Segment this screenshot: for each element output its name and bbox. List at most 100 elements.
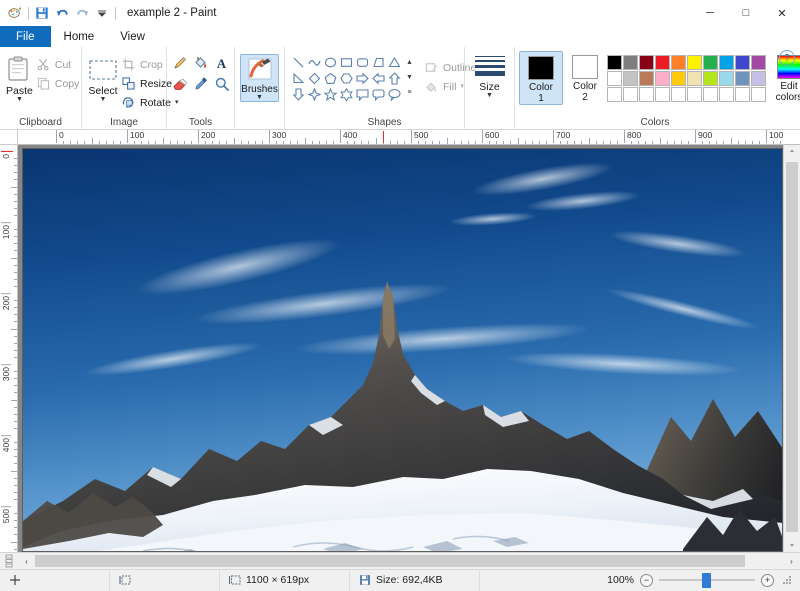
- shape-right-arrow[interactable]: [355, 71, 370, 86]
- paint-app-icon[interactable]: [5, 3, 25, 23]
- fill-tool-button[interactable]: [191, 54, 211, 74]
- tab-home[interactable]: Home: [50, 26, 108, 47]
- shape-left-arrow[interactable]: [371, 71, 386, 86]
- shape-polygon[interactable]: [371, 55, 386, 70]
- horizontal-scroll-thumb[interactable]: [35, 555, 745, 567]
- scroll-left-button[interactable]: ‹: [18, 553, 35, 570]
- shapes-scroll-down-button[interactable]: ▼: [404, 70, 415, 84]
- shape-rounded-rectangle[interactable]: [355, 55, 370, 70]
- shape-diamond[interactable]: [307, 71, 322, 86]
- palette-swatch-r1-c6[interactable]: [687, 55, 702, 70]
- horizontal-ruler[interactable]: 01002003004005006007008009001000: [18, 130, 783, 145]
- palette-swatch-r2-c1[interactable]: [607, 71, 622, 86]
- palette-swatch-r1-c2[interactable]: [623, 55, 638, 70]
- palette-swatch-r3-c10[interactable]: [751, 87, 766, 102]
- palette-swatch-r3-c7[interactable]: [703, 87, 718, 102]
- paste-caret[interactable]: ▼: [16, 96, 23, 103]
- palette-swatch-r2-c9[interactable]: [735, 71, 750, 86]
- shape-up-arrow[interactable]: [387, 71, 402, 86]
- shapes-expand-button[interactable]: ≡: [404, 85, 415, 99]
- palette-swatch-r3-c3[interactable]: [639, 87, 654, 102]
- fill-caret[interactable]: ▾: [460, 83, 464, 90]
- minimize-button[interactable]: ─: [692, 0, 728, 26]
- palette-swatch-r2-c6[interactable]: [687, 71, 702, 86]
- brushes-caret[interactable]: ▼: [256, 94, 263, 101]
- image-canvas[interactable]: [22, 148, 783, 552]
- shape-triangle[interactable]: [387, 55, 402, 70]
- shape-rectangular-callout[interactable]: [355, 87, 370, 102]
- help-icon[interactable]: ?: [779, 50, 795, 66]
- palette-swatch-r2-c2[interactable]: [623, 71, 638, 86]
- brushes-button[interactable]: Brushes ▼: [240, 54, 279, 102]
- shape-five-point-star[interactable]: [323, 87, 338, 102]
- copy-button[interactable]: Copy: [33, 74, 83, 93]
- color1-button[interactable]: Color 1: [519, 51, 563, 105]
- redo-icon[interactable]: [72, 3, 92, 23]
- palette-swatch-r3-c5[interactable]: [671, 87, 686, 102]
- cut-button[interactable]: Cut: [33, 55, 83, 74]
- size-button[interactable]: Size ▼: [471, 51, 508, 99]
- size-caret[interactable]: ▼: [486, 92, 493, 99]
- close-button[interactable]: ✕: [764, 0, 800, 26]
- palette-swatch-r2-c10[interactable]: [751, 71, 766, 86]
- select-button[interactable]: Select ▼: [88, 51, 118, 103]
- zoom-slider-track[interactable]: [659, 572, 755, 588]
- shape-rounded-callout[interactable]: [371, 87, 386, 102]
- shape-hexagon[interactable]: [339, 71, 354, 86]
- scroll-right-button[interactable]: ›: [783, 553, 800, 570]
- palette-swatch-r2-c5[interactable]: [671, 71, 686, 86]
- shape-right-triangle[interactable]: [291, 71, 306, 86]
- palette-swatch-r3-c9[interactable]: [735, 87, 750, 102]
- select-caret[interactable]: ▼: [100, 96, 107, 103]
- palette-swatch-r2-c7[interactable]: [703, 71, 718, 86]
- palette-swatch-r1-c4[interactable]: [655, 55, 670, 70]
- scroll-up-button[interactable]: ⌃: [784, 145, 800, 162]
- palette-swatch-r3-c8[interactable]: [719, 87, 734, 102]
- zoom-in-button[interactable]: +: [761, 573, 774, 587]
- pencil-tool-button[interactable]: [170, 54, 190, 74]
- shape-rectangle[interactable]: [339, 55, 354, 70]
- eraser-tool-button[interactable]: [170, 75, 190, 95]
- color2-button[interactable]: Color 2: [563, 51, 607, 103]
- shape-pentagon[interactable]: [323, 71, 338, 86]
- palette-swatch-r3-c1[interactable]: [607, 87, 622, 102]
- palette-swatch-r1-c10[interactable]: [751, 55, 766, 70]
- paste-button[interactable]: Paste ▼: [6, 51, 33, 103]
- undo-icon[interactable]: [52, 3, 72, 23]
- shapes-scroll-up-button[interactable]: ▲: [404, 55, 415, 69]
- shape-oval[interactable]: [323, 55, 338, 70]
- vertical-scrollbar[interactable]: ⌃ ⌄: [783, 145, 800, 552]
- palette-swatch-r3-c6[interactable]: [687, 87, 702, 102]
- vertical-ruler[interactable]: 0100200300400500600: [0, 145, 18, 552]
- resize-grip[interactable]: [782, 574, 794, 586]
- palette-swatch-r1-c9[interactable]: [735, 55, 750, 70]
- palette-swatch-r2-c4[interactable]: [655, 71, 670, 86]
- color-picker-tool-button[interactable]: [191, 75, 211, 95]
- zoom-out-button[interactable]: −: [640, 573, 653, 587]
- tab-file[interactable]: File: [0, 26, 51, 47]
- magnifier-tool-button[interactable]: [212, 75, 232, 95]
- shape-down-arrow[interactable]: [291, 87, 306, 102]
- vertical-scroll-thumb[interactable]: [786, 162, 798, 532]
- palette-swatch-r3-c2[interactable]: [623, 87, 638, 102]
- tab-view[interactable]: View: [107, 26, 158, 47]
- scroll-down-button[interactable]: ⌄: [784, 535, 800, 552]
- customize-qat-caret[interactable]: [92, 3, 112, 23]
- shape-four-point-star[interactable]: [307, 87, 322, 102]
- palette-swatch-r3-c4[interactable]: [655, 87, 670, 102]
- save-icon[interactable]: [32, 3, 52, 23]
- horizontal-scroll-track[interactable]: ‹ ›: [18, 553, 800, 570]
- palette-swatch-r1-c3[interactable]: [639, 55, 654, 70]
- shape-six-point-star[interactable]: [339, 87, 354, 102]
- text-tool-button[interactable]: A: [212, 54, 232, 74]
- shape-line[interactable]: [291, 55, 306, 70]
- palette-swatch-r1-c7[interactable]: [703, 55, 718, 70]
- palette-swatch-r1-c5[interactable]: [671, 55, 686, 70]
- zoom-slider-thumb[interactable]: [702, 572, 711, 588]
- palette-swatch-r1-c8[interactable]: [719, 55, 734, 70]
- palette-swatch-r2-c3[interactable]: [639, 71, 654, 86]
- vertical-scroll-track[interactable]: [784, 162, 800, 535]
- shape-oval-callout[interactable]: [387, 87, 402, 102]
- palette-swatch-r1-c1[interactable]: [607, 55, 622, 70]
- shape-curve[interactable]: [307, 55, 322, 70]
